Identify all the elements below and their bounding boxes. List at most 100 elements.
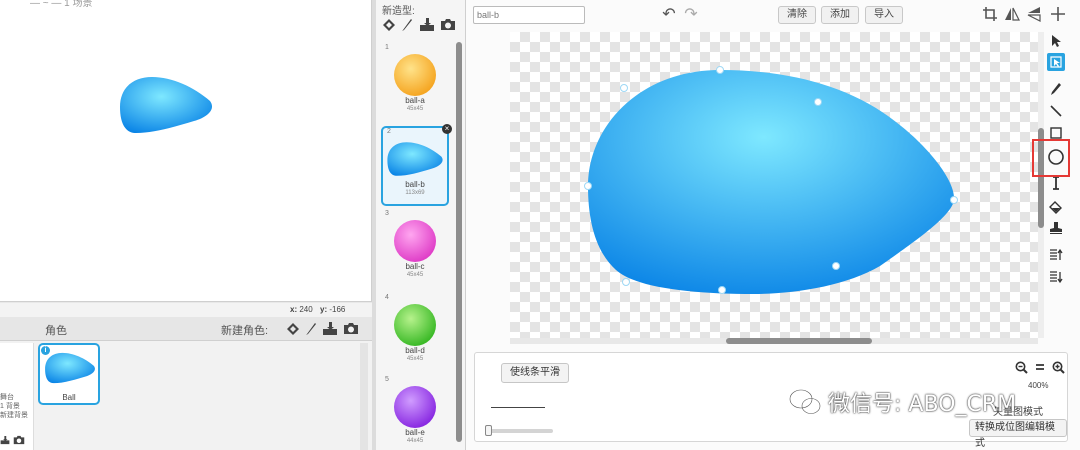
canvas-horizontal-scrollbar[interactable] (510, 338, 1038, 344)
arrow-pointer-icon (1052, 35, 1061, 47)
crop-icon[interactable] (982, 6, 998, 22)
bring-forward-tool[interactable] (1047, 246, 1065, 264)
watermark: 微信号: ABO_CRM (788, 387, 1016, 417)
new-backdrop-label: 新建背景 (0, 412, 28, 419)
new-sprite-label: 新建角色: (221, 325, 269, 337)
pencil-tool[interactable] (1047, 80, 1065, 98)
canvas-blob-shape[interactable] (584, 66, 964, 298)
vertex-handle[interactable] (814, 98, 822, 106)
sprites-pane: 角色 新建角色: 舞台 1 背景 新建背景 i Ball (0, 317, 372, 450)
line-width-slider[interactable] (485, 425, 553, 436)
costume-item[interactable]: 4 ball-d 45x45 (381, 294, 449, 374)
smooth-button[interactable]: 使线条平滑 (501, 363, 569, 383)
camera-backdrop-icon[interactable] (13, 435, 25, 445)
text-cursor-icon (1053, 176, 1059, 190)
send-backward-tool[interactable] (1047, 268, 1065, 286)
sprite-library-icon[interactable] (286, 322, 300, 336)
costume-list: 新造型: 1 ball-a 45x45 2 × ball-b 113x69 3 … (376, 0, 466, 450)
line-width-slider-knob[interactable] (485, 425, 493, 436)
equals-icon (1036, 364, 1044, 370)
costume-index: 1 (385, 44, 389, 51)
costume-size: 113x69 (405, 190, 425, 196)
costume-name: ball-a (405, 96, 425, 105)
camera-costume-icon[interactable] (440, 18, 456, 31)
costume-thumb-pink-ball (394, 220, 436, 262)
convert-to-bitmap-button[interactable]: 转换成位图编辑模式 (969, 419, 1067, 449)
stage[interactable]: — ~ — 1 场景 (0, 0, 372, 302)
paint-bucket-icon (1049, 201, 1062, 214)
select-tool[interactable] (1047, 32, 1065, 50)
stamp-icon (1050, 222, 1062, 234)
stage-thumbnail-column[interactable]: 舞台 1 背景 新建背景 (0, 343, 34, 450)
send-backward-icon (1050, 271, 1063, 284)
upload-backdrop-icon[interactable] (0, 435, 10, 445)
undo-icon[interactable]: ↶ (660, 6, 678, 24)
camera-sprite-icon[interactable] (343, 322, 359, 335)
x-coord-label: x: (290, 305, 298, 314)
add-button[interactable]: 添加 (821, 6, 859, 24)
flip-vertical-icon[interactable] (1026, 6, 1042, 22)
costume-item[interactable]: 3 ball-c 45x45 (381, 210, 449, 290)
vertex-handle[interactable] (950, 196, 958, 204)
set-center-icon[interactable] (1050, 6, 1066, 22)
drawing-canvas[interactable] (510, 32, 1038, 340)
sprites-label: 角色 (45, 325, 67, 337)
zoom-level: 400% (1028, 381, 1049, 390)
costume-index: 5 (385, 376, 389, 383)
paint-new-sprite-icon[interactable] (305, 322, 317, 336)
sprite-thumbnail-ball[interactable]: i Ball (38, 343, 100, 405)
redo-icon[interactable]: ↷ (682, 6, 700, 24)
bring-forward-icon (1050, 248, 1063, 260)
ellipse-tool-highlight (1032, 139, 1070, 177)
paint-new-costume-icon[interactable] (401, 18, 413, 32)
upload-costume-icon[interactable] (419, 17, 435, 32)
vertex-handle[interactable] (718, 286, 726, 294)
costume-thumb-purple-ball (394, 386, 436, 428)
rectangle-icon (1050, 127, 1062, 139)
costume-item[interactable]: 1 ball-a 45x45 (381, 44, 449, 124)
new-costume-label: 新造型: (382, 6, 415, 17)
reshape-tool[interactable] (1047, 53, 1065, 71)
costume-name: ball-b (405, 180, 425, 189)
vertex-handle[interactable] (622, 278, 630, 286)
line-tool[interactable] (1047, 102, 1065, 120)
fill-tool[interactable] (1047, 198, 1065, 216)
mouse-coordinates: x: 240 y: -166 (0, 303, 372, 317)
sprites-scrollbar[interactable] (360, 343, 368, 450)
sprites-header: 角色 新建角色: (0, 317, 372, 341)
upload-sprite-icon[interactable] (322, 321, 338, 336)
x-coord-value: 240 (299, 305, 313, 314)
costume-thumb-orange-ball (394, 54, 436, 96)
vertex-handle[interactable] (620, 84, 628, 92)
zoom-in-button[interactable] (1050, 359, 1066, 375)
costume-size: 45x45 (406, 272, 424, 278)
costume-list-scrollbar[interactable] (456, 42, 462, 442)
costume-index: 2 (387, 128, 391, 135)
costume-name: ball-c (405, 262, 425, 271)
costume-item[interactable]: 5 ball-e 44x45 (381, 376, 449, 450)
costume-item-selected[interactable]: 2 × ball-b 113x69 (381, 124, 452, 206)
import-button[interactable]: 导入 (865, 6, 903, 24)
zoom-out-button[interactable] (1013, 359, 1029, 375)
costume-thumb-green-ball (394, 304, 436, 346)
horizontal-scroll-thumb[interactable] (726, 338, 872, 344)
pencil-icon (1051, 83, 1061, 95)
backdrop-tools (0, 435, 25, 447)
costume-thumb-blue-blob (387, 142, 443, 176)
flip-horizontal-icon[interactable] (1004, 6, 1020, 22)
vertex-handle[interactable] (584, 182, 592, 190)
stage-sprite-ball[interactable] (118, 75, 214, 135)
vertex-handle[interactable] (716, 66, 724, 74)
clear-button[interactable]: 清除 (778, 6, 816, 24)
zoom-reset-button[interactable] (1032, 359, 1048, 375)
costume-name: ball-e (405, 428, 425, 437)
costume-name-input[interactable] (473, 6, 585, 24)
stamp-tool[interactable] (1047, 219, 1065, 237)
stage-title: — ~ — 1 场景 (30, 0, 93, 9)
delete-costume-icon[interactable]: × (442, 124, 452, 134)
line-width-preview (491, 407, 545, 408)
y-coord-label: y: (320, 305, 328, 314)
sprite-name: Ball (62, 393, 76, 402)
costume-library-icon[interactable] (382, 18, 396, 32)
vertex-handle[interactable] (832, 262, 840, 270)
